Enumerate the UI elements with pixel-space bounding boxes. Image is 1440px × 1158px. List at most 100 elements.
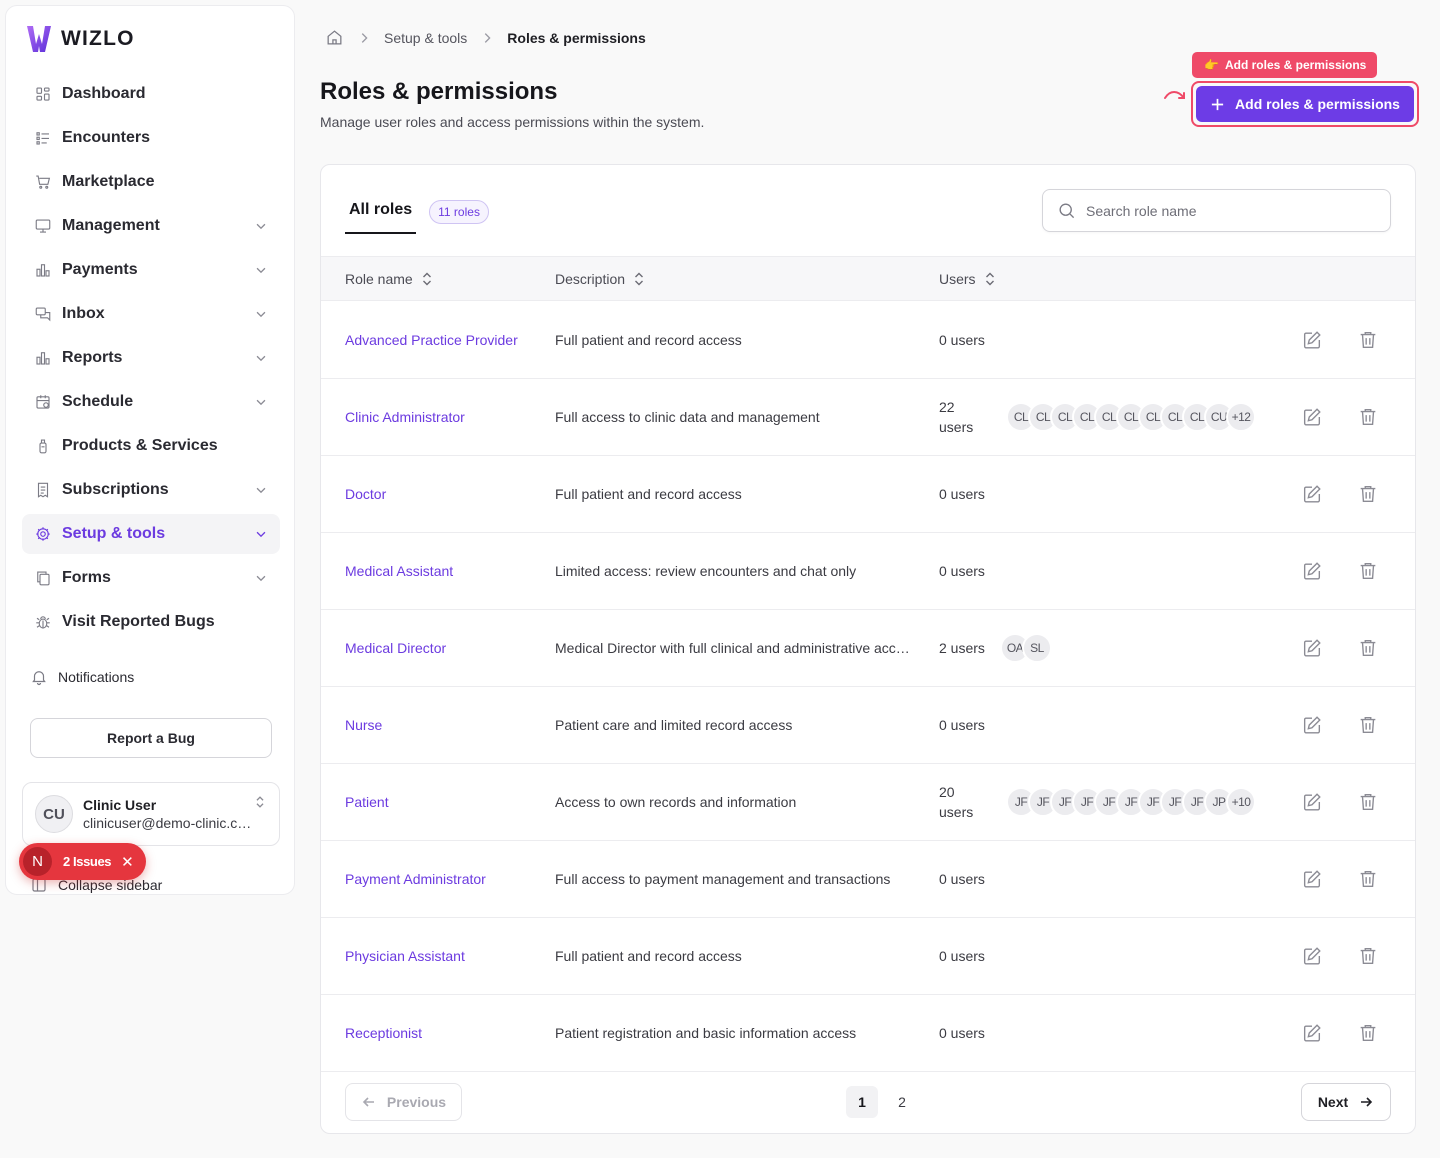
role-name-link[interactable]: Clinic Administrator [345, 379, 465, 455]
sidebar-item-label: Schedule [62, 393, 134, 410]
bug-icon [36, 616, 50, 629]
sidebar-item-subscriptions[interactable]: Subscriptions [22, 470, 280, 510]
role-name-link[interactable]: Patient [345, 764, 389, 840]
page-1-button[interactable]: 1 [846, 1086, 878, 1118]
trash-icon[interactable] [1357, 945, 1379, 967]
more-users-badge: +12 [1226, 402, 1256, 432]
role-description: Limited access: review encounters and ch… [555, 533, 917, 609]
sidebar-item-inbox[interactable]: Inbox [22, 294, 280, 334]
wizlo-logo-icon [27, 26, 51, 52]
sidebar-item-payments[interactable]: Payments [22, 250, 280, 290]
role-name-link[interactable]: Physician Assistant [345, 918, 465, 994]
role-description-text: Full access to payment management and tr… [555, 871, 891, 887]
trash-icon[interactable] [1357, 868, 1379, 890]
add-roles-button[interactable]: Add roles & permissions [1196, 86, 1414, 122]
role-name-link[interactable]: Payment Administrator [345, 841, 486, 917]
edit-icon[interactable] [1301, 791, 1323, 813]
edit-icon[interactable] [1301, 406, 1323, 428]
table-row[interactable]: Medical Assistant Limited access: review … [321, 533, 1415, 610]
sort-icon [635, 272, 644, 285]
table-row[interactable]: Physician Assistant Full patient and reco… [321, 918, 1415, 995]
sidebar-item-marketplace[interactable]: Marketplace [22, 162, 280, 202]
breadcrumb-current: Roles & permissions [507, 29, 646, 46]
arrow-right-icon [1361, 1097, 1373, 1107]
role-name-link[interactable]: Receptionist [345, 995, 422, 1071]
column-role-name[interactable]: Role name [345, 257, 433, 300]
next-button[interactable]: Next [1301, 1083, 1391, 1121]
edit-icon[interactable] [1301, 329, 1323, 351]
user-avatar-group[interactable]: JF JF JF JF JF JF JF JF JF JP +10 [1006, 764, 1256, 840]
chevron-right-icon [361, 32, 368, 43]
role-description-text: Full access to clinic data and managemen… [555, 409, 820, 425]
notifications-link[interactable]: Notifications [30, 668, 134, 686]
brand-logo[interactable]: WIZLO [25, 24, 135, 54]
role-description-text: Full patient and record access [555, 948, 742, 964]
sidebar-item-forms[interactable]: Forms [22, 558, 280, 598]
user-menu[interactable]: CU Clinic User clinicuser@demo-clinic.co… [22, 782, 280, 846]
sidebar-item-reports[interactable]: Reports [22, 338, 280, 378]
sidebar-item-label: Visit Reported Bugs [62, 613, 215, 630]
role-name-link[interactable]: Medical Assistant [345, 533, 453, 609]
role-name-link[interactable]: Nurse [345, 687, 382, 763]
close-icon[interactable]: ✕ [121, 853, 134, 871]
table-row[interactable]: Patient Access to own records and informa… [321, 764, 1415, 841]
role-description-text: Access to own records and information [555, 794, 797, 810]
user-avatar-group[interactable]: OA SL [1000, 610, 1052, 686]
table-row[interactable]: Advanced Practice Provider Full patient a… [321, 302, 1415, 379]
edit-icon[interactable] [1301, 1022, 1323, 1044]
trash-icon[interactable] [1357, 714, 1379, 736]
column-users[interactable]: Users [939, 257, 996, 300]
trash-icon[interactable] [1357, 483, 1379, 505]
report-bug-button[interactable]: Report a Bug [30, 718, 272, 758]
pointing-hand-icon: 👉 [1204, 58, 1219, 72]
search-input[interactable] [1086, 202, 1376, 219]
trash-icon[interactable] [1357, 329, 1379, 351]
edit-icon[interactable] [1301, 945, 1323, 967]
table-row[interactable]: Clinic Administrator Full access to clini… [321, 379, 1415, 456]
trash-icon[interactable] [1357, 1022, 1379, 1044]
user-name: Clinic User [83, 797, 157, 813]
trash-icon[interactable] [1357, 637, 1379, 659]
trash-icon[interactable] [1357, 406, 1379, 428]
role-name-link[interactable]: Doctor [345, 456, 386, 532]
edit-icon[interactable] [1301, 637, 1323, 659]
column-description[interactable]: Description [555, 257, 645, 300]
sidebar-item-label: Subscriptions [62, 481, 169, 498]
table-row[interactable]: Doctor Full patient and record access 0 us… [321, 456, 1415, 533]
role-name-link[interactable]: Medical Director [345, 610, 446, 686]
table-row[interactable]: Receptionist Patient registration and bas… [321, 995, 1415, 1072]
sidebar-item-management[interactable]: Management [22, 206, 280, 246]
page-2-button[interactable]: 2 [886, 1086, 918, 1118]
trash-icon[interactable] [1357, 791, 1379, 813]
edit-icon[interactable] [1301, 714, 1323, 736]
issues-badge[interactable]: N 2 Issues ✕ [19, 843, 146, 880]
tab-all-roles[interactable]: All roles [345, 189, 417, 234]
bell-icon [32, 671, 46, 686]
home-icon[interactable] [325, 28, 344, 47]
page-numbers: 1 2 [846, 1086, 918, 1118]
previous-button[interactable]: Previous [345, 1083, 462, 1121]
sidebar-item-schedule[interactable]: Schedule [22, 382, 280, 422]
bar-chart-icon [36, 264, 50, 277]
sidebar-item-label: Marketplace [62, 173, 155, 190]
sidebar-item-visit-reported-bugs[interactable]: Visit Reported Bugs [22, 602, 280, 642]
table-row[interactable]: Payment Administrator Full access to paym… [321, 841, 1415, 918]
role-description: Patient care and limited record access [555, 687, 917, 763]
sidebar-item-encounters[interactable]: Encounters [22, 118, 280, 158]
user-avatar-group[interactable]: CL CL CL CL CL CL CL CL CL CU +12 [1006, 379, 1256, 455]
sidebar-item-setup-tools[interactable]: Setup & tools [22, 514, 280, 554]
table-row[interactable]: Nurse Patient care and limited record acc… [321, 687, 1415, 764]
edit-icon[interactable] [1301, 868, 1323, 890]
breadcrumb-setup-tools[interactable]: Setup & tools [384, 30, 467, 46]
role-name-link[interactable]: Advanced Practice Provider [345, 302, 518, 378]
edit-icon[interactable] [1301, 483, 1323, 505]
trash-icon[interactable] [1357, 560, 1379, 582]
table-row[interactable]: Medical Director Medical Director with fu… [321, 610, 1415, 687]
sidebar-item-products-services[interactable]: Products & Services [22, 426, 280, 466]
edit-icon[interactable] [1301, 560, 1323, 582]
sidebar-item-label: Setup & tools [62, 525, 166, 542]
sidebar-item-dashboard[interactable]: Dashboard [22, 74, 280, 114]
next-label: Next [1317, 1094, 1349, 1110]
sidebar: WIZLO Dashboard Encounters Marketplace Mana… [5, 5, 295, 895]
gear-icon [36, 527, 50, 541]
